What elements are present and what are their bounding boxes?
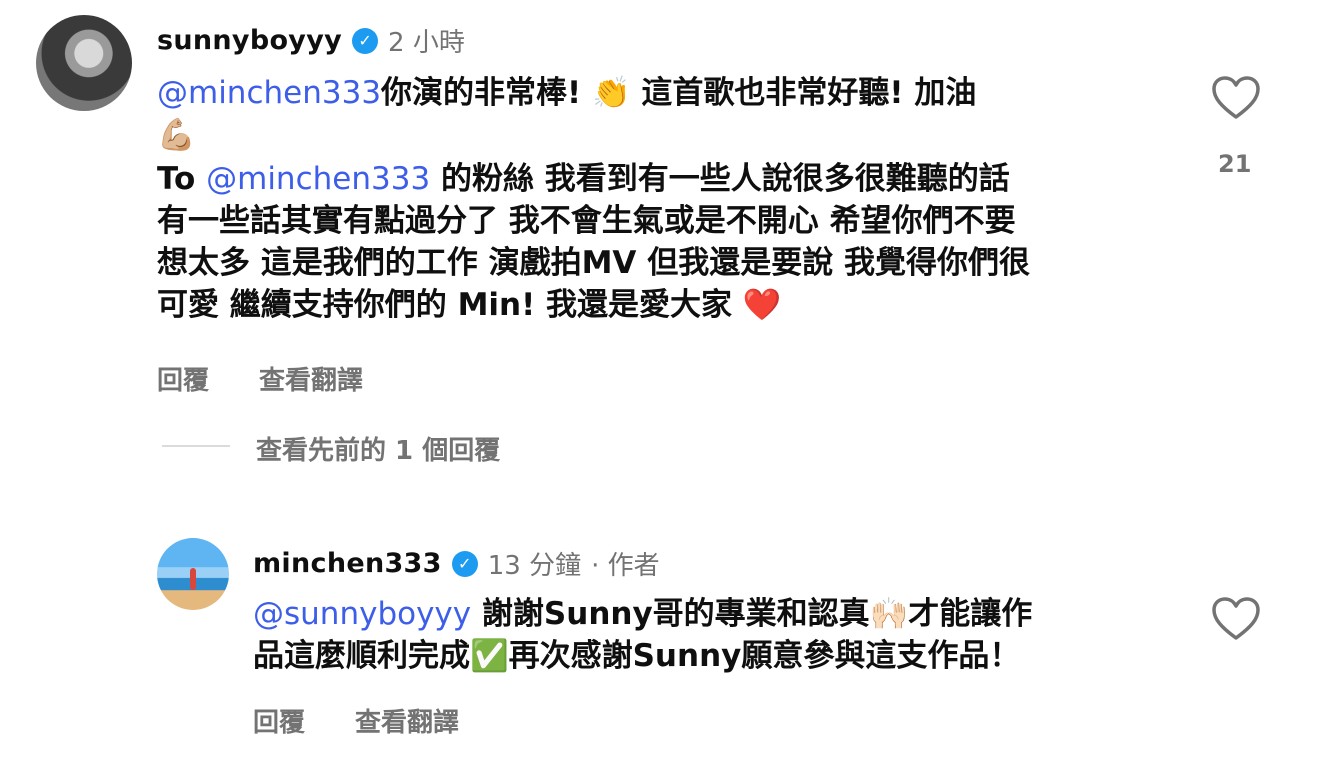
like-count: 21: [1218, 150, 1252, 178]
mention-link[interactable]: @sunnyboyyy: [253, 596, 471, 632]
avatar-minchen333[interactable]: [157, 538, 229, 610]
mention-link[interactable]: @minchen333: [206, 161, 430, 197]
author-tag: · 作者: [591, 551, 660, 581]
see-translation-button[interactable]: 查看翻譯: [355, 702, 459, 739]
reply-button[interactable]: 回覆: [253, 702, 305, 739]
reply-username[interactable]: minchen333: [253, 548, 442, 579]
red-heart-emoji-icon: ❤️: [742, 287, 782, 323]
verified-badge-icon: ✓: [451, 550, 478, 577]
replies-divider: [162, 445, 230, 447]
raising-hands-emoji-icon: 🙌🏻: [869, 596, 909, 632]
see-translation-button[interactable]: 查看翻譯: [259, 360, 363, 397]
view-previous-replies-button[interactable]: 查看先前的 1 個回覆: [256, 430, 500, 467]
like-heart-icon[interactable]: [1211, 75, 1261, 121]
avatar-sunnyboyyy[interactable]: [36, 15, 132, 111]
comment-body: @minchen333你演的非常棒! 👏 這首歌也非常好聽! 加油 💪🏼 To …: [157, 75, 1031, 323]
check-mark-emoji-icon: ✅: [470, 638, 509, 674]
flexed-biceps-emoji-icon: 💪🏼: [157, 117, 196, 153]
reply-body: @sunnyboyyy 謝謝Sunny哥的專業和認真🙌🏻才能讓作 品這麼順利完成…: [253, 596, 1033, 674]
clap-emoji-icon: 👏: [591, 75, 631, 111]
mention-link[interactable]: @minchen333: [157, 75, 381, 111]
reply-timestamp: 13 分鐘: [487, 551, 582, 581]
reply-button[interactable]: 回覆: [157, 360, 209, 397]
verified-badge-icon: ✓: [352, 27, 379, 54]
comment-username[interactable]: sunnyboyyy: [157, 25, 342, 56]
comment-timestamp: 2 小時: [388, 28, 465, 58]
like-heart-icon[interactable]: [1211, 596, 1261, 642]
